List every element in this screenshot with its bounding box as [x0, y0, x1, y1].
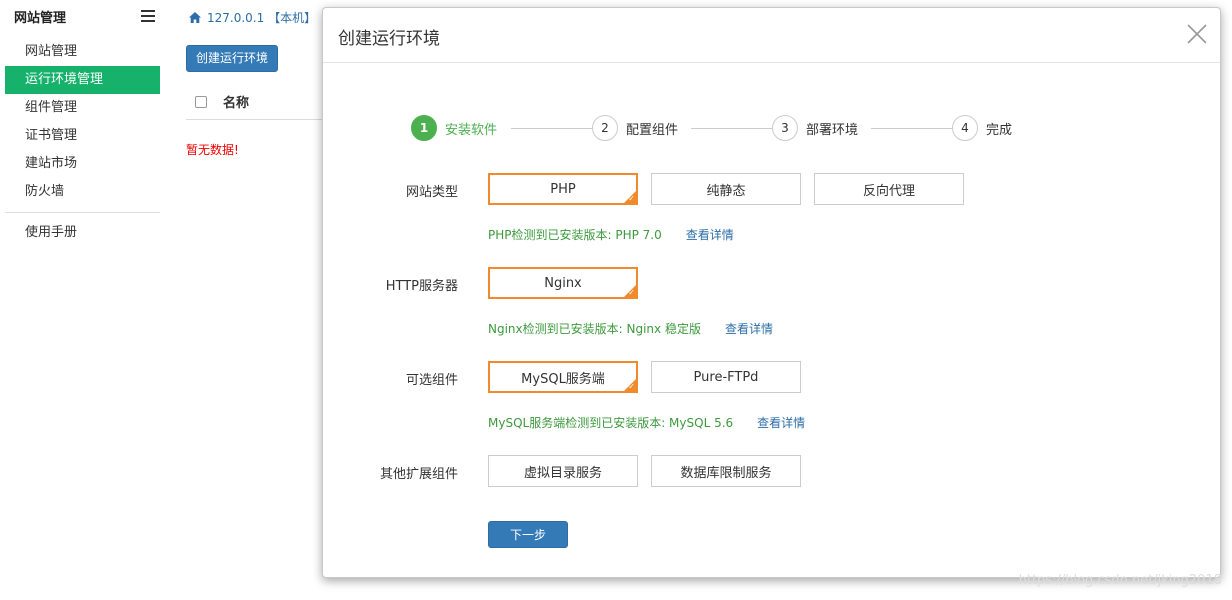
breadcrumb-host[interactable]: 127.0.0.1 【本机】 — [207, 9, 316, 26]
mysql-server-option[interactable]: MySQL服务端 ✓ — [488, 361, 638, 393]
step-connector — [511, 128, 593, 129]
virtual-directory-option[interactable]: 虚拟目录服务 — [488, 455, 638, 487]
check-icon: ✓ — [628, 382, 635, 391]
home-icon[interactable] — [189, 12, 201, 23]
sidebar-item-firewall[interactable]: 防火墙 — [5, 178, 160, 206]
modal-title: 创建运行环境 — [338, 29, 440, 49]
sidebar-item-certificates[interactable]: 证书管理 — [5, 122, 160, 150]
option-label: 虚拟目录服务 — [523, 465, 602, 481]
sidebar-item-sites[interactable]: 网站管理 — [5, 38, 160, 66]
sidebar-item-components[interactable]: 组件管理 — [5, 94, 160, 122]
sidebar-item-manual[interactable]: 使用手册 — [5, 219, 160, 247]
view-details-link[interactable]: 查看详情 — [757, 414, 805, 431]
sidebar-header: 网站管理 — [0, 0, 165, 32]
step-1: 1 安装软件 — [411, 115, 497, 141]
sidebar-item-market[interactable]: 建站市场 — [5, 150, 160, 178]
option-label: 反向代理 — [862, 183, 915, 199]
step-connector — [871, 128, 953, 129]
optional-components-label: 可选组件 — [405, 373, 458, 388]
option-label: Pure-FTPd — [693, 369, 759, 385]
check-icon: ✓ — [628, 288, 635, 297]
option-label: PHP — [550, 181, 576, 197]
nginx-version-hint: Nginx检测到已安装版本: Nginx 稳定版 查看详情 — [488, 320, 773, 337]
site-type-static-option[interactable]: 纯静态 — [651, 173, 801, 205]
option-label: 数据库限制服务 — [680, 465, 772, 481]
site-type-label: 网站类型 — [405, 185, 458, 200]
column-name-header: 名称 — [223, 96, 250, 111]
step-indicator: 1 安装软件 2 配置组件 3 部署环境 4 完成 — [411, 115, 1031, 141]
hint-text: MySQL服务端检测到已安装版本: MySQL 5.6 — [488, 416, 734, 430]
watermark: https://blog.csdn.net/jking2018 — [1018, 573, 1222, 588]
step-label: 完成 — [986, 122, 1013, 138]
check-icon: ✓ — [628, 194, 635, 203]
option-label: MySQL服务端 — [521, 371, 605, 387]
select-all-checkbox[interactable] — [195, 95, 207, 108]
sidebar-nav: 网站管理 运行环境管理 组件管理 证书管理 建站市场 防火墙 使用手册 — [0, 38, 165, 247]
option-label: Nginx — [544, 275, 582, 291]
site-type-php-option[interactable]: PHP ✓ — [488, 173, 638, 205]
step-number: 1 — [411, 115, 437, 141]
sidebar-item-runtime[interactable]: 运行环境管理 — [5, 66, 160, 94]
modal-header: 创建运行环境 — [323, 8, 1220, 63]
view-details-link[interactable]: 查看详情 — [686, 226, 734, 243]
sidebar: 网站管理 网站管理 运行环境管理 组件管理 证书管理 建站市场 防火墙 使用手册 — [0, 0, 165, 600]
hint-text: Nginx检测到已安装版本: Nginx 稳定版 — [488, 322, 701, 336]
php-version-hint: PHP检测到已安装版本: PHP 7.0 查看详情 — [488, 226, 734, 243]
site-type-proxy-option[interactable]: 反向代理 — [814, 173, 964, 205]
mysql-version-hint: MySQL服务端检测到已安装版本: MySQL 5.6 查看详情 — [488, 414, 805, 431]
step-label: 安装软件 — [445, 122, 498, 138]
close-icon[interactable] — [1186, 23, 1208, 45]
step-connector — [691, 128, 773, 129]
step-label: 配置组件 — [626, 122, 679, 138]
empty-state-text: 暂无数据! — [186, 143, 239, 157]
step-4: 4 完成 — [952, 115, 1012, 141]
create-runtime-modal: 创建运行环境 1 安装软件 2 配置组件 3 部署环境 4 完成 网站类型 PH… — [322, 7, 1221, 578]
create-runtime-button[interactable]: 创建运行环境 — [186, 45, 279, 72]
step-3: 3 部署环境 — [772, 115, 858, 141]
step-label: 部署环境 — [806, 122, 859, 138]
http-server-label: HTTP服务器 — [385, 279, 458, 294]
breadcrumb: 127.0.0.1 【本机】 — [189, 9, 316, 26]
view-details-link[interactable]: 查看详情 — [725, 320, 773, 337]
step-number: 4 — [952, 115, 978, 141]
option-label: 纯静态 — [706, 183, 746, 199]
sidebar-title: 网站管理 — [14, 10, 67, 26]
sidebar-divider — [5, 212, 160, 213]
extensions-label: 其他扩展组件 — [379, 467, 458, 482]
http-server-nginx-option[interactable]: Nginx ✓ — [488, 267, 638, 299]
pure-ftpd-option[interactable]: Pure-FTPd — [651, 361, 801, 393]
menu-toggle-icon[interactable] — [141, 10, 155, 22]
db-limit-option[interactable]: 数据库限制服务 — [651, 455, 801, 487]
step-2: 2 配置组件 — [592, 115, 678, 141]
next-step-button[interactable]: 下一步 — [488, 521, 568, 548]
step-number: 3 — [772, 115, 798, 141]
hint-text: PHP检测到已安装版本: PHP 7.0 — [488, 228, 662, 242]
step-number: 2 — [592, 115, 618, 141]
